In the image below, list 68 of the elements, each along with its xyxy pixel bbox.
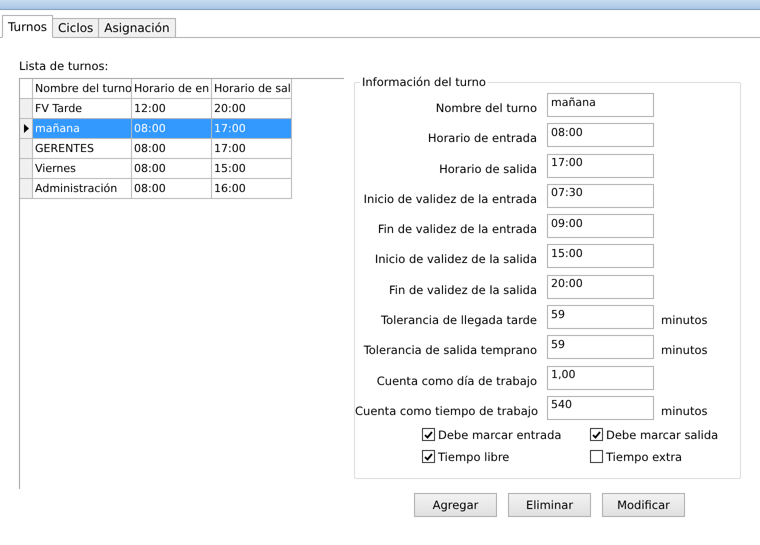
row-header-cell [20,139,33,159]
checkbox[interactable]: Tiempo extra [590,450,740,464]
field-label: Inicio de validez de la salida [374,251,537,266]
column-header[interactable]: Horario de sal [212,79,292,99]
table-cell: 17:00 [212,119,292,139]
table-cell: 16:00 [212,179,292,199]
field-label: Cuenta como día de trabajo [376,372,537,388]
table-cell: mañana [33,119,132,139]
field-label: Tolerancia de llegada tarde [380,312,537,328]
field-label: Tolerancia de salida temprano [362,342,537,358]
check-icon [592,430,601,439]
input-field[interactable]: 59 [547,305,654,330]
table-cell: 17:00 [212,139,292,159]
field-label: Inicio de validez de la entrada [362,190,537,206]
column-header[interactable]: Nombre del turno [33,79,132,99]
input-field[interactable]: 59 [547,335,654,360]
table-row[interactable]: GERENTES 08:00 17:00 [20,139,344,159]
row-pointer-icon [24,124,28,133]
input-field[interactable]: 540 [547,396,654,420]
checkbox-box[interactable] [422,450,435,464]
check-icon [424,430,433,439]
input-field[interactable]: 08:00 [547,123,654,148]
table-cell: 08:00 [132,179,212,199]
table-cell: 08:00 [132,119,212,139]
action-button[interactable]: Agregar [414,493,497,517]
tab[interactable]: Asignación [98,18,176,37]
group-title: Información del turno [361,75,487,89]
action-button[interactable]: Modificar [602,493,685,517]
list-label: Lista de turnos: [19,59,110,73]
checkbox-box[interactable] [590,428,603,442]
table-cell: Viernes [33,159,132,179]
check-icon [424,452,433,461]
input-field[interactable]: 17:00 [547,154,654,178]
input-field[interactable]: mañana [547,93,654,117]
checkbox[interactable]: Debe marcar salida [590,428,740,442]
row-header-cell [20,159,33,179]
row-header-cell [20,179,33,199]
field-label: Fin de validez de la salida [388,282,537,297]
input-field[interactable]: 07:30 [547,184,654,208]
unit-label: minutos [661,312,708,328]
field-label: Nombre del turno [434,100,537,115]
tab[interactable]: Turnos [2,15,54,38]
table-cell: Administración [33,179,132,199]
table-cell: 15:00 [212,159,292,179]
input-field[interactable]: 15:00 [547,244,654,268]
input-field[interactable]: 1,00 [547,366,654,390]
row-header-cell [20,79,33,99]
checkbox-box[interactable] [590,450,603,464]
input-field[interactable]: 20:00 [547,274,654,299]
action-button[interactable]: Eliminar [508,493,591,517]
tab[interactable]: Ciclos [52,18,100,37]
checkbox-box[interactable] [422,428,435,442]
row-header-cell [20,99,33,119]
field-label: Fin de validez de la entrada [376,221,537,236]
checkbox[interactable]: Tiempo libre [422,450,590,464]
table-cell: GERENTES [33,139,132,159]
unit-label: minutos [661,342,708,358]
checkbox[interactable]: Debe marcar entrada [422,428,590,442]
table-row[interactable]: Administración 08:00 16:00 [20,179,344,199]
table-cell: 08:00 [132,159,212,179]
input-field[interactable]: 09:00 [547,214,654,238]
table-row[interactable]: Viernes 08:00 15:00 [20,159,344,179]
table-cell: 08:00 [132,139,212,159]
unit-label: minutos [661,402,708,418]
field-label: Cuenta como tiempo de trabajo [355,402,537,418]
column-header[interactable]: Horario de en [132,79,212,99]
field-label: Horario de salida [438,160,537,176]
field-label: Horario de entrada [426,130,537,146]
